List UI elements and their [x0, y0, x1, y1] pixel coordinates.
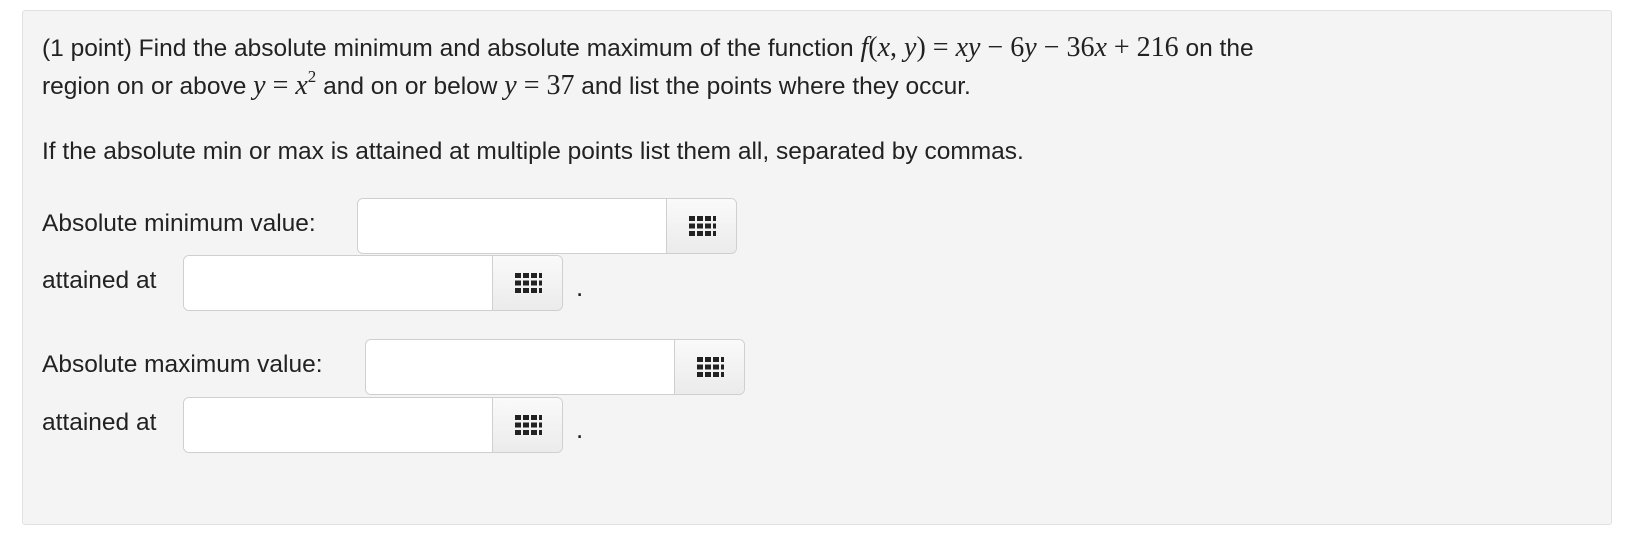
max-points-label: attained at	[42, 409, 157, 436]
grid-icon	[514, 273, 542, 293]
equation-editor-button[interactable]	[492, 256, 562, 310]
region-lower-bound: y = x2	[253, 67, 317, 101]
max-value-field	[365, 339, 745, 395]
min-value-input[interactable]	[358, 199, 666, 253]
grid-icon	[514, 415, 542, 435]
max-value-input[interactable]	[366, 340, 674, 394]
min-points-input[interactable]	[184, 256, 492, 310]
max-value-label: Absolute maximum value:	[42, 351, 323, 378]
equation-editor-button[interactable]	[492, 398, 562, 452]
instruction-text: If the absolute min or max is attained a…	[42, 138, 1024, 165]
max-points-field	[183, 397, 563, 453]
min-points-field	[183, 255, 563, 311]
sentence-period: .	[576, 272, 584, 302]
max-points-input[interactable]	[184, 398, 492, 452]
problem-statement-line-2: region on or above y = x2 and on or belo…	[42, 67, 971, 101]
sentence-period: .	[576, 414, 584, 444]
min-points-label: attained at	[42, 267, 157, 294]
grid-icon	[688, 216, 716, 236]
problem-statement-line-1: (1 point) Find the absolute minimum and …	[42, 32, 1254, 63]
min-value-field	[357, 198, 737, 254]
function-formula: f(x, y) = xy − 6y − 36x + 216	[860, 32, 1179, 63]
region-upper-bound: y = 37	[504, 70, 575, 101]
equation-editor-button[interactable]	[674, 340, 744, 394]
equation-editor-button[interactable]	[666, 199, 736, 253]
min-value-label: Absolute minimum value:	[42, 210, 316, 237]
grid-icon	[696, 357, 724, 377]
